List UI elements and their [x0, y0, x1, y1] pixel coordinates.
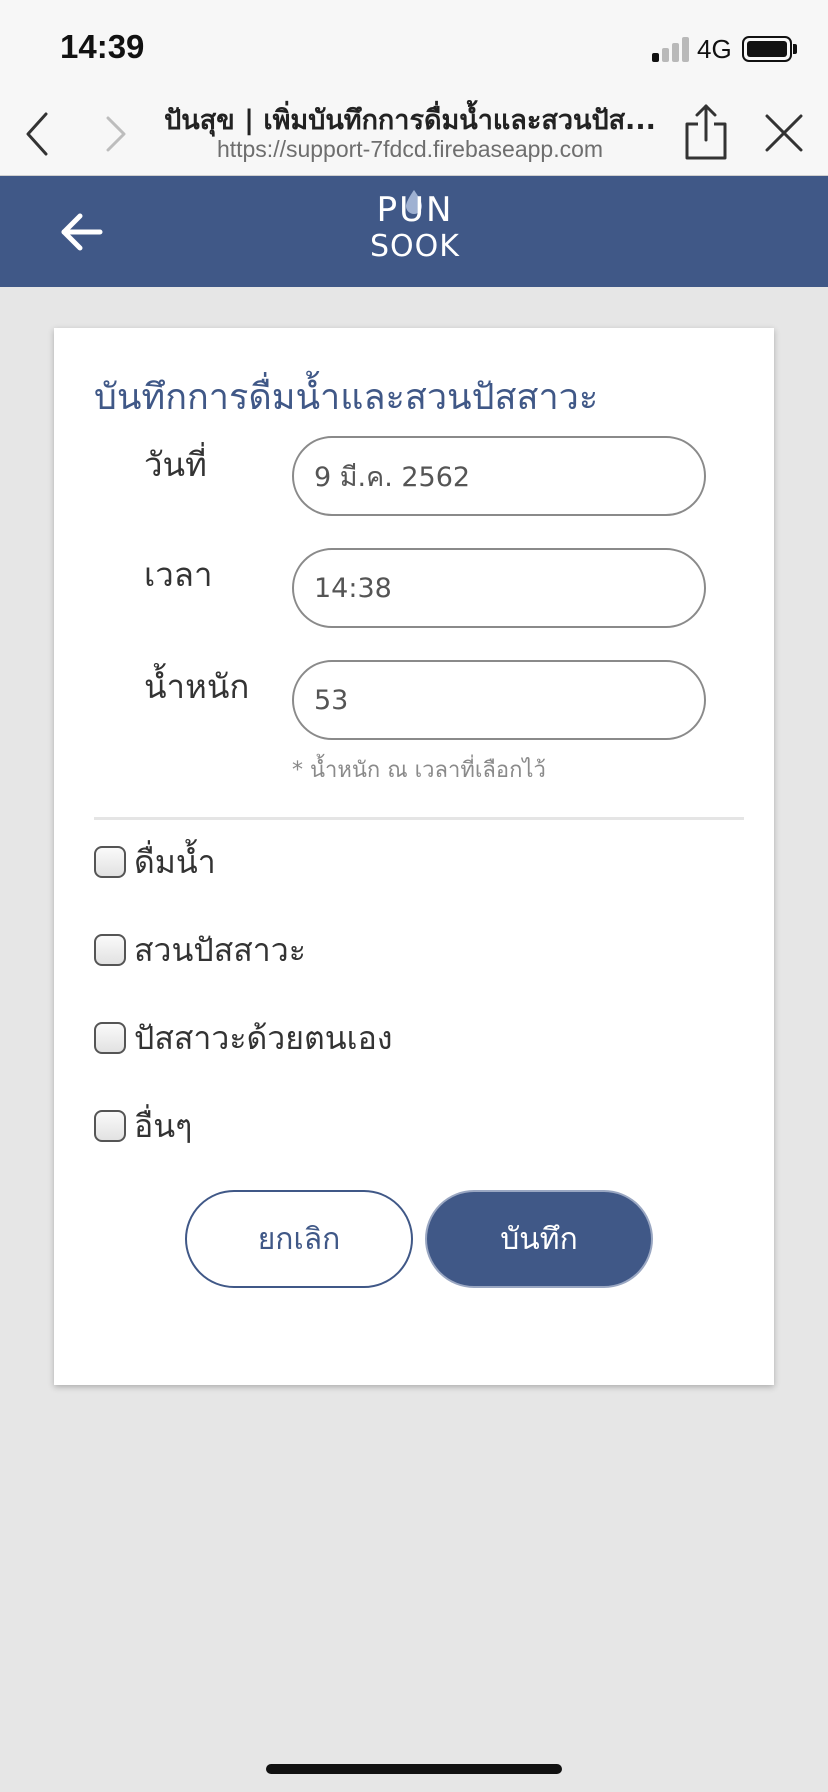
home-indicator[interactable]	[266, 1764, 562, 1774]
checkbox-drink-water[interactable]: ดื่มน้ำ	[94, 839, 216, 885]
checkbox-icon[interactable]	[94, 846, 126, 878]
logo-text-bottom: SOOK	[370, 229, 460, 264]
share-icon[interactable]	[683, 102, 729, 162]
date-label: วันที่	[144, 445, 207, 484]
form-title: บันทึกการดื่มน้ำและสวนปัสสาวะ	[94, 377, 599, 418]
checkbox-icon[interactable]	[94, 934, 126, 966]
app-header: PUN SOOK	[0, 176, 828, 287]
chevron-left-icon[interactable]	[18, 110, 58, 158]
save-button[interactable]: บันทึก	[425, 1190, 653, 1288]
battery-tip	[793, 44, 797, 54]
checkbox-label: ปัสสาวะด้วยตนเอง	[134, 1018, 393, 1057]
logo-text-top: PUN	[376, 190, 454, 230]
divider	[94, 817, 744, 820]
arrow-left-icon[interactable]	[58, 208, 106, 256]
chevron-right-icon[interactable]	[96, 110, 136, 158]
browser-page-title: ปันสุข | เพิ่มบันทึกการดื่มน้ำและสวนปัส.…	[164, 105, 656, 136]
browser-url[interactable]: https://support-7fdcd.firebaseapp.com	[160, 136, 660, 163]
checkbox-other[interactable]: อื่นๆ	[94, 1103, 192, 1149]
time-input[interactable]	[292, 548, 706, 628]
browser-bar: ปันสุข | เพิ่มบันทึกการดื่มน้ำและสวนปัส.…	[0, 90, 828, 176]
record-form-card: บันทึกการดื่มน้ำและสวนปัสสาวะ วันที่ เวล…	[54, 328, 774, 1385]
cancel-button[interactable]: ยกเลิก	[185, 1190, 413, 1288]
status-bar: 14:39 4G	[0, 0, 828, 90]
weight-label: น้ำหนัก	[144, 667, 250, 706]
status-time: 14:39	[60, 28, 145, 65]
date-input[interactable]	[292, 436, 706, 516]
logo: PUN SOOK	[360, 190, 470, 274]
weight-input[interactable]	[292, 660, 706, 740]
checkbox-catheterization[interactable]: สวนปัสสาวะ	[94, 927, 306, 973]
battery-icon	[742, 36, 792, 62]
checkbox-label: อื่นๆ	[134, 1106, 193, 1145]
checkbox-icon[interactable]	[94, 1022, 126, 1054]
checkbox-label: ดื่มน้ำ	[134, 842, 216, 881]
checkbox-icon[interactable]	[94, 1110, 126, 1142]
weight-note: * น้ำหนัก ณ เวลาที่เลือกไว้	[292, 758, 546, 783]
checkbox-self-urination[interactable]: ปัสสาวะด้วยตนเอง	[94, 1015, 392, 1061]
network-label: 4G	[697, 34, 732, 64]
signal-icon	[652, 36, 690, 62]
time-label: เวลา	[144, 555, 213, 594]
checkbox-label: สวนปัสสาวะ	[134, 930, 306, 969]
close-icon[interactable]	[763, 112, 805, 154]
